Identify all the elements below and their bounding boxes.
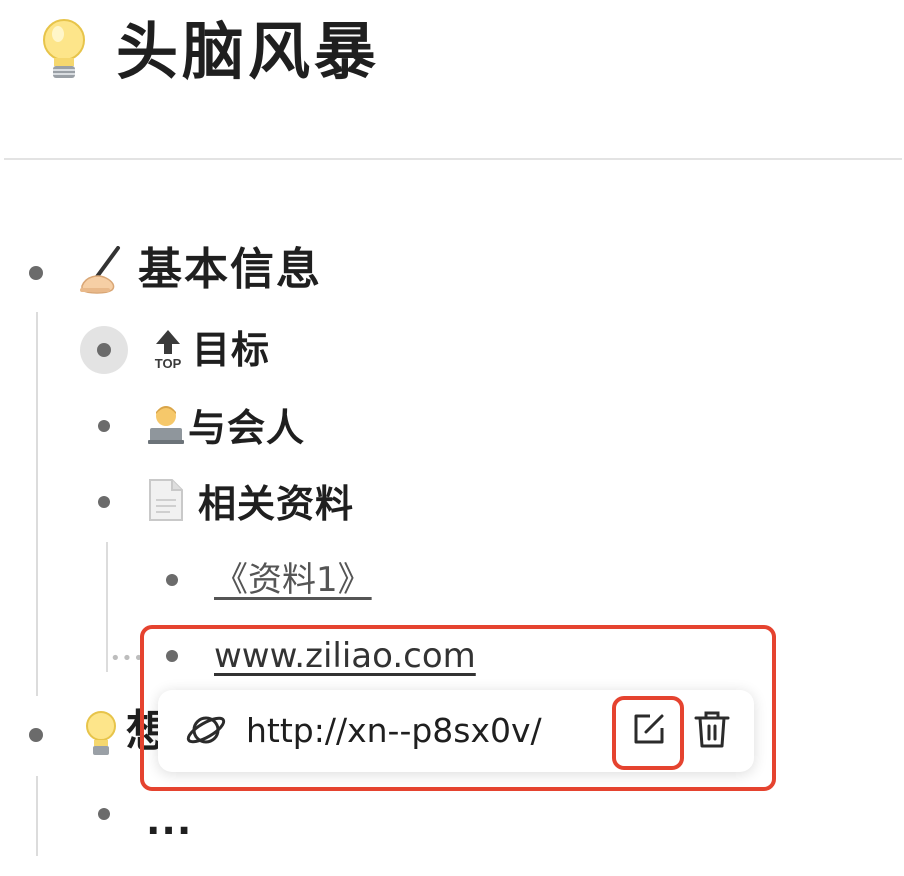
indent-guide <box>36 776 38 856</box>
outline-bullet[interactable] <box>29 728 43 742</box>
outline-bullet[interactable] <box>29 266 43 280</box>
outline-item-materials[interactable]: 相关资料 <box>198 479 354 529</box>
outline-item-basic-info[interactable]: 基本信息 <box>138 242 322 298</box>
outline-item-goal[interactable]: 目标 <box>192 325 270 375</box>
page-title: 头脑风暴 <box>116 15 381 88</box>
indent-guide <box>106 542 108 672</box>
outline-bullet[interactable] <box>98 420 110 432</box>
lightbulb-icon <box>84 710 118 758</box>
outline-bullet[interactable] <box>98 496 110 508</box>
person-laptop-icon <box>146 402 186 446</box>
indent-guide <box>36 312 38 696</box>
svg-text:TOP: TOP <box>155 356 182 370</box>
outline-bullet-selected[interactable] <box>80 326 128 374</box>
lightbulb-icon <box>40 18 88 84</box>
writing-hand-icon <box>76 246 128 296</box>
top-arrow-icon: TOP <box>150 328 186 371</box>
divider <box>4 158 902 160</box>
outline-item-material-1-link[interactable]: 《资料1》 <box>214 557 372 603</box>
outline-bullet[interactable] <box>166 574 178 586</box>
document-icon <box>148 478 184 522</box>
outline-bullet[interactable] <box>98 808 110 820</box>
outline-item-more[interactable]: ... <box>146 796 192 846</box>
highlight-edit-box <box>612 696 684 770</box>
outline-item-attendees[interactable]: 与会人 <box>188 403 305 453</box>
